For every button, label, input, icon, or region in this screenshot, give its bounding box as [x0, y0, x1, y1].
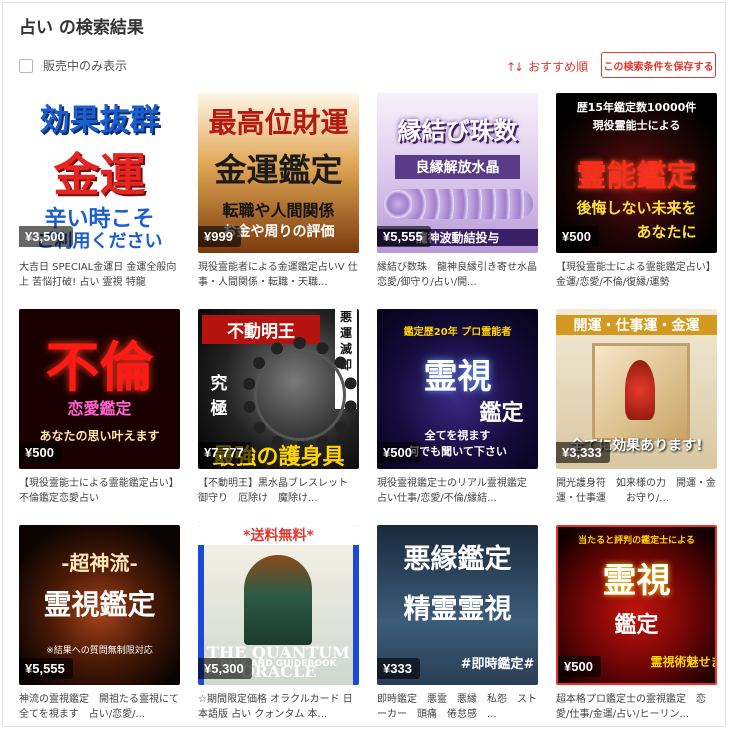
item-thumbnail[interactable]: 開運・仕事運・金運 全てに効果あります! ¥3,333: [556, 309, 717, 469]
thumb-text: 縁結び珠数: [397, 116, 518, 145]
price-badge: ¥5,555: [19, 658, 73, 679]
item-thumbnail[interactable]: 最高位財運 金運鑑定 転職や人間関係 お金や周りの評価 ¥999: [198, 93, 359, 253]
thumb-text: 鑑定: [614, 612, 659, 638]
price-badge: ¥500: [19, 442, 62, 463]
thumb-text: *送料無料*: [198, 525, 359, 545]
item-thumbnail[interactable]: 不動明王 悪運滅却 究極 最強の護身具 ¥7,777: [198, 309, 359, 469]
thumb-text: 後悔しない未来を: [576, 199, 697, 217]
price-badge: ¥500: [556, 226, 599, 247]
item-title[interactable]: 即時鑑定 悪霊 悪縁 私怨 ストーカー 頭痛 倦怠感 ...: [377, 692, 538, 722]
price-badge: ¥3,333: [556, 442, 610, 463]
price-badge: ¥3,500: [19, 226, 73, 247]
results-grid: 効果抜群 金運 辛い時こそ ご利用ください ¥3,500 大吉日 SPECIAL…: [19, 93, 719, 723]
item-thumbnail[interactable]: 悪縁鑑定 精霊霊視 #即時鑑定# ¥333: [377, 525, 538, 685]
bead-bracelet-image: [383, 189, 533, 219]
result-card[interactable]: *送料無料* THE QUANTUM ORACLE DECK AND GUIDE…: [198, 525, 360, 725]
item-thumbnail[interactable]: 不倫 恋愛鑑定 あなたの思い叶えます ¥500: [19, 309, 180, 469]
thumb-text: 金運鑑定: [214, 151, 343, 189]
result-card[interactable]: 不倫 恋愛鑑定 あなたの思い叶えます ¥500 【現役霊能士による霊能鑑定占い】…: [19, 309, 181, 509]
thumb-text: 霊視鑑定: [43, 588, 156, 621]
result-card[interactable]: 鑑定歴20年 プロ霊能者 霊視 鑑定 全てを視ます 何でも聞いて下さい ¥500…: [377, 309, 539, 509]
thumb-text: 良縁解放水晶: [395, 155, 520, 179]
item-title[interactable]: 現役霊能者による金運鑑定占いV 仕事・人間関係・転職・天職...: [198, 260, 359, 290]
thumb-text: 最高位財運: [208, 106, 349, 139]
item-thumbnail[interactable]: 効果抜群 金運 辛い時こそ ご利用ください ¥3,500: [19, 93, 180, 253]
item-title[interactable]: ☆期間限定価格 オラクルカード 日本語版 占い クォンタム 本...: [198, 692, 359, 722]
filter-row: 販売中のみ表示: [19, 57, 127, 74]
thumb-text: ※結果への質問無制限対応: [46, 646, 153, 656]
thumb-text: 究極: [210, 374, 228, 419]
item-title[interactable]: 縁結び数珠 龍神良縁引き寄せ水晶 恋愛/御守り/占い/開...: [377, 260, 538, 290]
talisman-image: [592, 343, 690, 441]
oracle-figure-image: [244, 555, 312, 645]
on-sale-label[interactable]: 販売中のみ表示: [43, 57, 127, 74]
thumb-text: 金運: [53, 148, 146, 202]
item-title[interactable]: 大吉日 SPECIAL金運日 金運全般向上 苦悩打破! 占い 霊視 特龍: [19, 260, 180, 290]
thumb-text: 精霊霊視: [403, 594, 512, 625]
item-title[interactable]: 【現役霊能士による霊能鑑定占い】 不倫鑑定恋愛占い: [19, 476, 180, 506]
sort-icon: ↑↓: [506, 59, 524, 74]
price-badge: ¥500: [558, 656, 601, 677]
item-title[interactable]: 開光護身符 如来様の力 開運・金運・仕事運 お守り/...: [556, 476, 717, 506]
item-thumbnail[interactable]: 当たると評判の鑑定士による 霊視 鑑定 霊視術魅せます ¥500: [556, 525, 717, 685]
search-results-panel: 占い の検索結果 販売中のみ表示 ↑↓ おすすめ順 この検索条件を保存する 効果…: [2, 2, 726, 727]
thumb-text: 霊視: [423, 357, 492, 397]
price-badge: ¥333: [377, 658, 420, 679]
item-title[interactable]: 神流の霊視鑑定 開祖たる霊視にて全てを視ます 占い/恋愛/...: [19, 692, 180, 722]
thumb-text: 転職や人間関係: [222, 201, 335, 220]
thumb-text: 霊能鑑定: [576, 159, 697, 194]
result-card[interactable]: 不動明王 悪運滅却 究極 最強の護身具 ¥7,777 【不動明王】黒水晶ブレスレ…: [198, 309, 360, 509]
thumb-text: 全てを視ます: [424, 429, 491, 442]
item-thumbnail[interactable]: 鑑定歴20年 プロ霊能者 霊視 鑑定 全てを視ます 何でも聞いて下さい ¥500: [377, 309, 538, 469]
price-badge: ¥500: [377, 442, 420, 463]
result-card[interactable]: -超神流- 霊視鑑定 ※結果への質問無制限対応 ¥5,555 神流の霊視鑑定 開…: [19, 525, 181, 725]
item-thumbnail[interactable]: -超神流- 霊視鑑定 ※結果への質問無制限対応 ¥5,555: [19, 525, 180, 685]
thumb-text: 現役霊能士による: [592, 119, 681, 132]
result-card[interactable]: 開運・仕事運・金運 全てに効果あります! ¥3,333 開光護身符 如来様の力 …: [556, 309, 718, 509]
thumb-text: 開運・仕事運・金運: [556, 315, 717, 335]
thumb-text: 霊視: [602, 561, 671, 601]
result-card[interactable]: 効果抜群 金運 辛い時こそ ご利用ください ¥3,500 大吉日 SPECIAL…: [19, 93, 181, 293]
thumb-text: 不倫: [45, 335, 154, 399]
sort-label: おすすめ順: [528, 60, 589, 74]
result-card[interactable]: 縁結び珠数 良縁解放水晶 龍神波動結投与 ¥5,555 縁結び数珠 龍神良縁引き…: [377, 93, 539, 293]
item-title[interactable]: 超本格プロ鑑定士の霊視鑑定 恋愛/仕事/金運/占い/ヒーリン...: [556, 692, 717, 722]
result-card[interactable]: 当たると評判の鑑定士による 霊視 鑑定 霊視術魅せます ¥500 超本格プロ鑑定…: [556, 525, 718, 725]
on-sale-checkbox[interactable]: [19, 58, 33, 73]
result-card[interactable]: 歴15年鑑定数10000件 現役霊能士による 霊能鑑定 後悔しない未来を あなた…: [556, 93, 718, 293]
save-search-button[interactable]: この検索条件を保存する: [601, 52, 716, 78]
thumb-text: 鑑定: [479, 400, 524, 426]
thumb-text: -超神流-: [61, 551, 138, 575]
thumb-text: 恋愛鑑定: [67, 399, 132, 418]
item-thumbnail[interactable]: 歴15年鑑定数10000件 現役霊能士による 霊能鑑定 後悔しない未来を あなた…: [556, 93, 717, 253]
thumb-text: 鑑定歴20年 プロ霊能者: [403, 327, 512, 338]
thumb-text: 歴15年鑑定数10000件: [576, 101, 697, 114]
item-thumbnail[interactable]: 縁結び珠数 良縁解放水晶 龍神波動結投与 ¥5,555: [377, 93, 538, 253]
item-thumbnail[interactable]: *送料無料* THE QUANTUM ORACLE DECK AND GUIDE…: [198, 525, 359, 685]
thumb-text: 当たると評判の鑑定士による: [578, 536, 695, 546]
result-card[interactable]: 悪縁鑑定 精霊霊視 #即時鑑定# ¥333 即時鑑定 悪霊 悪縁 私怨 ストーカ…: [377, 525, 539, 725]
price-badge: ¥5,555: [377, 226, 431, 247]
page-title: 占い の検索結果: [19, 18, 144, 38]
price-badge: ¥7,777: [198, 442, 252, 463]
bead-bracelet-image: [242, 337, 358, 453]
thumb-text: 悪縁鑑定: [403, 544, 512, 575]
price-badge: ¥5,300: [198, 658, 252, 679]
price-badge: ¥999: [198, 226, 241, 247]
item-title[interactable]: 【不動明王】黒水晶ブレスレット 御守り 厄除け 魔除け...: [198, 476, 359, 506]
result-card[interactable]: 最高位財運 金運鑑定 転職や人間関係 お金や周りの評価 ¥999 現役霊能者によ…: [198, 93, 360, 293]
thumb-text: 効果抜群: [39, 103, 160, 138]
sort-dropdown[interactable]: ↑↓ おすすめ順: [506, 58, 588, 75]
item-title[interactable]: 現役霊視鑑定士のリアル霊視鑑定 占い仕事/恋愛/不倫/縁結...: [377, 476, 538, 506]
item-title[interactable]: 【現役霊能士による霊能鑑定占い】 金運/恋愛/不倫/復縁/運勢: [556, 260, 717, 290]
